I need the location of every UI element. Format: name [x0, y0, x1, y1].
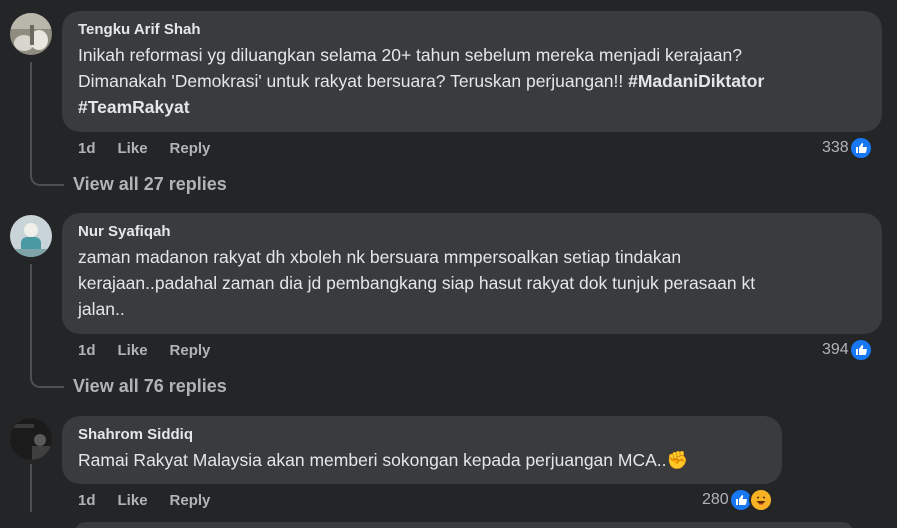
comment-text: zaman madanon rakyat dh xboleh nk bersua…: [78, 247, 756, 319]
comment-age[interactable]: 1d: [78, 492, 96, 509]
view-replies-link[interactable]: View all 27 replies: [73, 174, 227, 195]
comment-age[interactable]: 1d: [78, 140, 96, 157]
comment-author[interactable]: Shahrom Siddiq: [78, 425, 768, 445]
reply-button[interactable]: Reply: [170, 492, 211, 509]
thread-line: [30, 264, 32, 374]
comment-feed: Tengku Arif Shah Inikah reformasi yg dil…: [0, 0, 897, 528]
like-button[interactable]: Like: [118, 492, 148, 509]
reaction-count: 338: [822, 139, 849, 156]
comment-age[interactable]: 1d: [78, 342, 96, 359]
comment-author[interactable]: Nur Syafiqah: [78, 222, 868, 242]
reply-button[interactable]: Reply: [170, 342, 211, 359]
like-reaction-icon: [848, 338, 873, 362]
like-button[interactable]: Like: [118, 342, 148, 359]
haha-reaction-icon: [748, 488, 773, 512]
comment-bubble: Shahrom Siddiq Ramai Rakyat Malaysia aka…: [62, 416, 782, 484]
hashtag-link[interactable]: #TeamRakyat: [78, 97, 190, 117]
comment-actions: 1d Like Reply: [78, 140, 232, 157]
comment-text: Inikah reformasi yg diluangkan selama 20…: [78, 42, 868, 120]
comment-actions: 1d Like Reply: [78, 342, 232, 359]
comment-author[interactable]: Tengku Arif Shah: [78, 20, 868, 40]
like-button[interactable]: Like: [118, 140, 148, 157]
thread-elbow: [30, 374, 64, 388]
hashtag-link[interactable]: #MadaniDiktator: [628, 71, 764, 91]
comment-text-line: Inikah reformasi yg diluangkan selama 20…: [78, 45, 742, 65]
next-comment-bubble: [74, 522, 854, 528]
comment-text: Ramai Rakyat Malaysia akan memberi sokon…: [78, 447, 768, 473]
view-replies-link[interactable]: View all 76 replies: [73, 376, 227, 397]
reaction-count: 280: [702, 491, 729, 508]
thread-line: [30, 62, 32, 172]
avatar[interactable]: [10, 215, 52, 257]
thread-line: [30, 464, 32, 512]
comment-bubble: Nur Syafiqah zaman madanon rakyat dh xbo…: [62, 213, 882, 334]
comment-text-line: Dimanakah 'Demokrasi' untuk rakyat bersu…: [78, 71, 629, 91]
reaction-count: 394: [822, 341, 849, 358]
reply-button[interactable]: Reply: [170, 140, 211, 157]
like-reaction-icon: [848, 136, 873, 160]
reaction-summary[interactable]: 394: [822, 338, 873, 362]
comment-text-body: Ramai Rakyat Malaysia akan memberi sokon…: [78, 450, 667, 470]
comment-bubble: Tengku Arif Shah Inikah reformasi yg dil…: [62, 11, 882, 132]
avatar[interactable]: [10, 418, 52, 460]
raised-fist-emoji: ✊: [666, 450, 689, 470]
comment-actions: 1d Like Reply: [78, 492, 232, 509]
reaction-summary[interactable]: 280: [702, 488, 773, 512]
avatar[interactable]: [10, 13, 52, 55]
reaction-summary[interactable]: 338: [822, 136, 873, 160]
thread-elbow: [30, 172, 64, 186]
